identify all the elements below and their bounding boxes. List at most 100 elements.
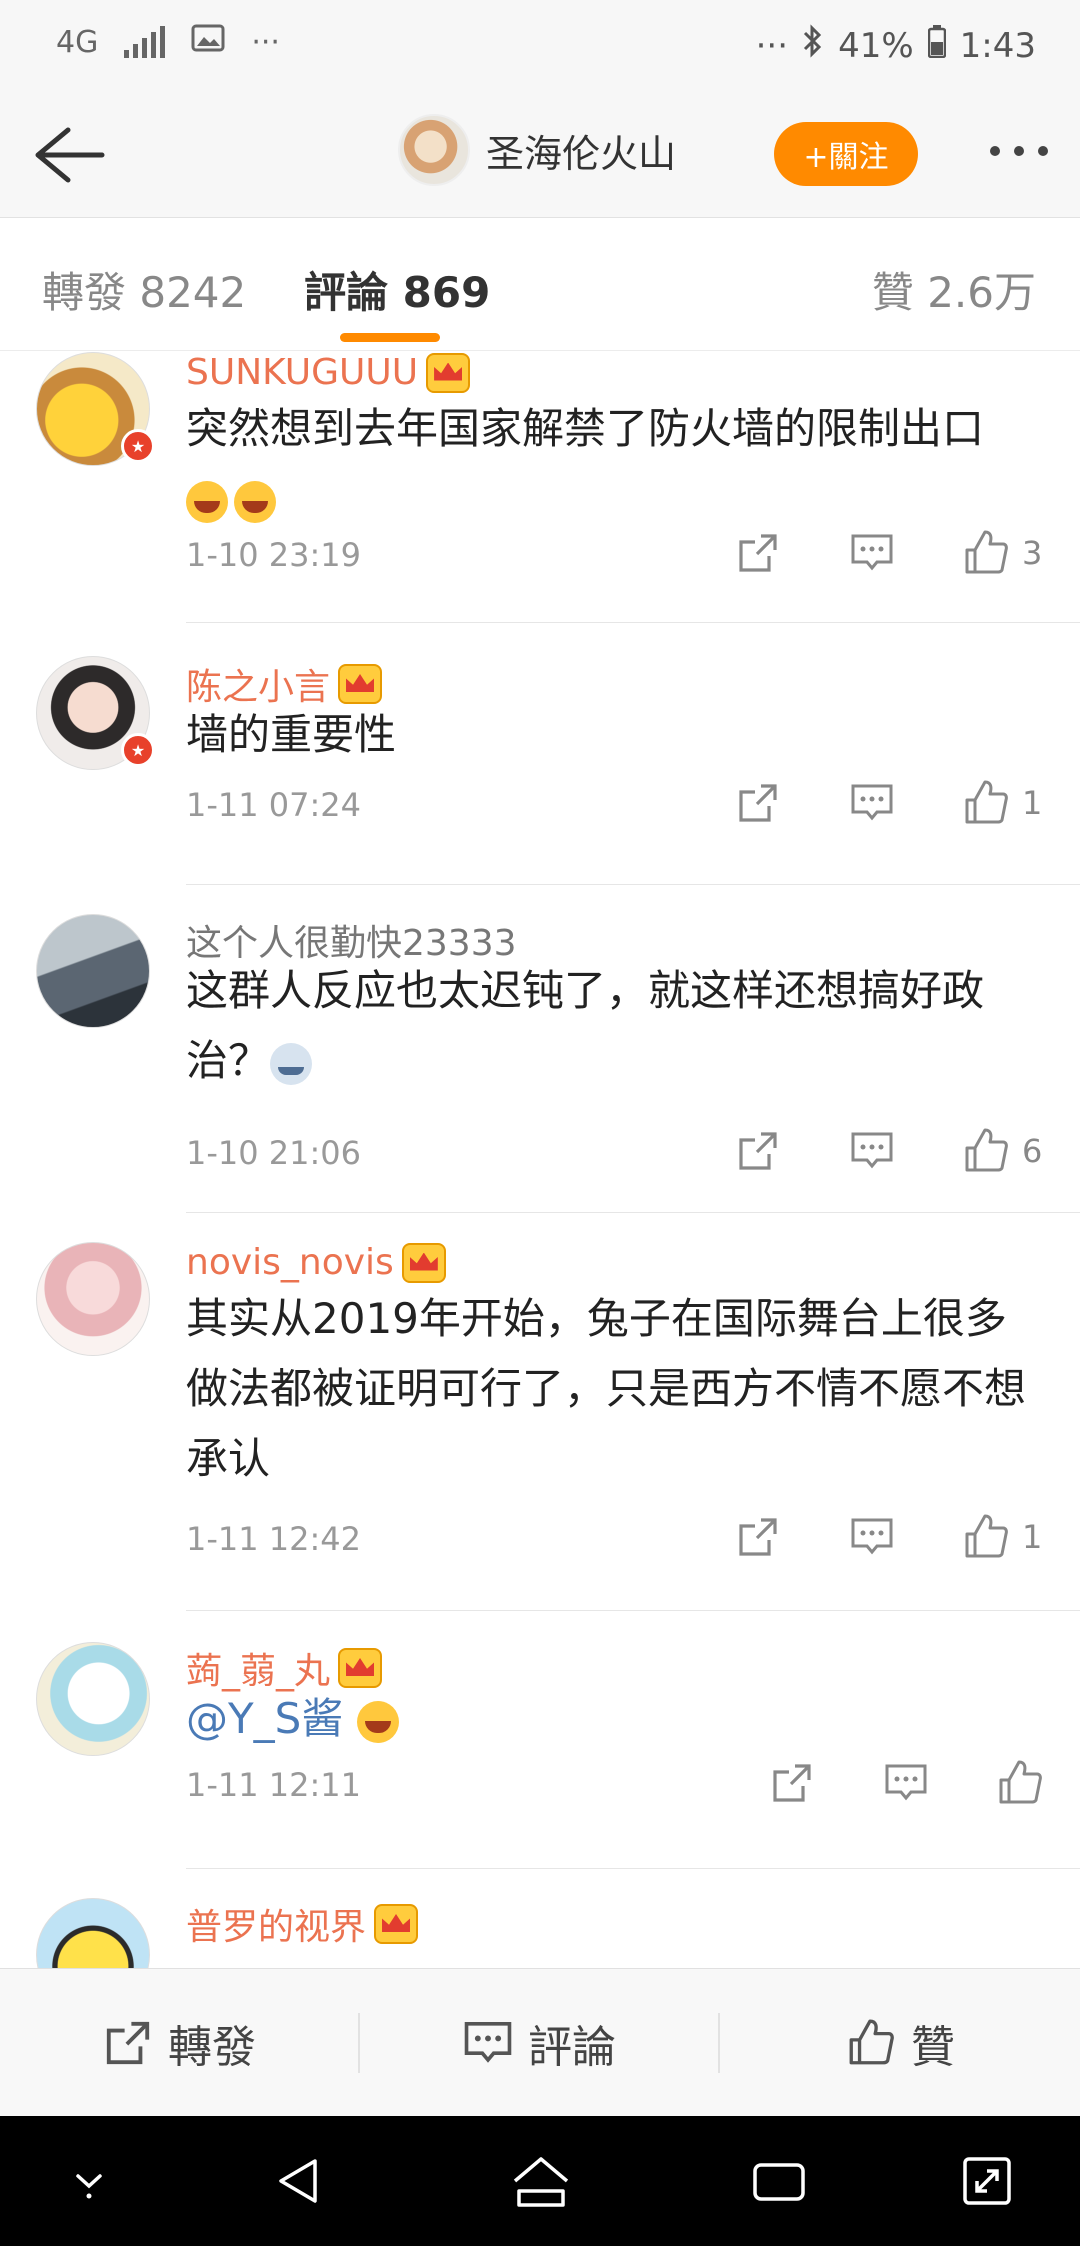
reply-icon[interactable] (842, 1126, 902, 1176)
share-icon[interactable] (728, 1512, 788, 1562)
mention-link[interactable]: @Y_S酱 (186, 1694, 343, 1743)
repost-button[interactable]: 轉發 (0, 1969, 358, 2117)
nav-back-icon[interactable] (264, 2146, 334, 2216)
like-button[interactable]: 贊 (720, 1969, 1080, 2117)
vip-crown-icon (338, 664, 383, 704)
share-icon[interactable] (728, 1126, 788, 1176)
battery-percent: 41% (838, 25, 914, 66)
comment-author[interactable]: SUNKUGUUU (186, 352, 471, 393)
like-count: 3 (1022, 534, 1043, 572)
comment-author[interactable]: 普罗的视界 (186, 1898, 419, 1950)
share-icon[interactable] (728, 528, 788, 578)
nav-recents-icon[interactable] (744, 2146, 814, 2216)
glasses-emoji-icon (356, 1700, 399, 1743)
tab-likes[interactable]: 贊 2.6万 (872, 259, 1036, 320)
hide-keyboard-icon[interactable] (54, 2146, 124, 2216)
reply-icon[interactable] (842, 1512, 902, 1562)
header-user[interactable]: 圣海伦火山 (398, 114, 676, 186)
comment-actions: 6 (728, 1126, 1050, 1176)
tab-comments[interactable]: 評論 869 (304, 259, 490, 320)
active-tab-indicator (340, 333, 440, 342)
comment-author[interactable]: novis_novis (186, 1242, 446, 1283)
comment-author-name[interactable]: novis_novis (186, 1242, 394, 1283)
comment-item: ★ SUNKUGUUU 突然想到去年国家解禁了防火墙的限制出口 1-10 23:… (0, 352, 1080, 624)
vip-crown-icon (338, 1648, 383, 1688)
comment-author-name[interactable]: 普罗的视界 (186, 1898, 366, 1950)
comment-divider (186, 1212, 1080, 1213)
nav-home-icon[interactable] (506, 2146, 576, 2216)
comment-item: 蒟_蒻_丸 @Y_S酱 1-11 12:11 (0, 1642, 1080, 1870)
comment-actions: 1 (728, 1512, 1050, 1562)
nav-rotate-icon[interactable] (952, 2146, 1022, 2216)
comment-actions: 1 (728, 778, 1050, 828)
bottom-action-bar: 轉發 評論 贊 (0, 1968, 1080, 2116)
system-nav-bar (0, 2116, 1080, 2246)
vip-crown-icon (426, 352, 471, 393)
more-status-indicator: ··· (755, 25, 789, 66)
comment-text: @Y_S酱 (186, 1684, 1046, 1754)
header-avatar[interactable] (398, 114, 470, 186)
avatar[interactable] (36, 914, 150, 1028)
dog-emoji-icon (270, 1042, 313, 1085)
comment-time: 1-11 07:24 (186, 786, 362, 824)
comment-divider (186, 1868, 1080, 1869)
comment-time: 1-10 23:19 (186, 536, 362, 574)
like-icon[interactable] (956, 1512, 1016, 1562)
comment-text: 其实从2019年开始，兔子在国际舞台上很多做法都被证明可行了，只是西方不情不愿不… (186, 1284, 1046, 1494)
more-options-icon[interactable] (990, 146, 1048, 156)
comment-item: ★ 陈之小言 墙的重要性 1-11 07:24 1 (0, 656, 1080, 886)
like-icon[interactable] (956, 1126, 1016, 1176)
share-icon[interactable] (762, 1758, 822, 1808)
comment-item: 这个人很勤快23333 这群人反应也太迟钝了，就这样还想搞好政治？ 1-10 2… (0, 914, 1080, 1214)
reply-icon[interactable] (842, 778, 902, 828)
header-username[interactable]: 圣海伦火山 (486, 123, 676, 178)
comment-item: 普罗的视界 (0, 1898, 1080, 1968)
status-bar: 4G ··· ··· 41% 1:43 (0, 0, 1080, 92)
laugh-emoji-icon (186, 480, 228, 523)
share-icon[interactable] (728, 778, 788, 828)
comment-text: 这群人反应也太迟钝了，就这样还想搞好政治？ (186, 956, 1046, 1096)
like-count: 1 (1022, 1518, 1043, 1556)
back-button[interactable] (28, 120, 108, 190)
like-label: 贊 (911, 2022, 955, 2073)
vip-crown-icon (401, 1242, 446, 1283)
comment-actions (762, 1758, 1050, 1808)
avatar[interactable] (36, 1898, 150, 1968)
like-count: 6 (1022, 1132, 1043, 1170)
comment-author-name[interactable]: SUNKUGUUU (186, 352, 418, 393)
comment-list: ★ SUNKUGUUU 突然想到去年国家解禁了防火墙的限制出口 1-10 23:… (0, 352, 1080, 1968)
comment-divider (186, 1610, 1080, 1611)
like-icon[interactable] (990, 1758, 1050, 1808)
clock: 1:43 (959, 25, 1036, 66)
comment-item: novis_novis 其实从2019年开始，兔子在国际舞台上很多做法都被证明可… (0, 1242, 1080, 1611)
avatar[interactable] (36, 1242, 150, 1356)
comment-label: 評論 (528, 2022, 616, 2073)
comment-button[interactable]: 評論 (360, 1969, 718, 2117)
comment-icon (464, 2021, 512, 2063)
comment-divider (186, 622, 1080, 623)
comment-text-content: 墙的重要性 (186, 710, 397, 759)
like-icon (849, 2019, 894, 2065)
reply-icon[interactable] (876, 1758, 936, 1808)
like-icon[interactable] (956, 778, 1016, 828)
signal-icon (124, 26, 166, 58)
avatar[interactable]: ★ (36, 656, 155, 770)
avatar[interactable]: ★ (36, 352, 155, 466)
avatar[interactable] (36, 1642, 150, 1756)
reply-icon[interactable] (842, 528, 902, 578)
like-count: 1 (1022, 784, 1043, 822)
header: 圣海伦火山 +關注 (0, 92, 1080, 218)
comment-divider (186, 884, 1080, 885)
follow-button[interactable]: +關注 (774, 122, 918, 186)
comment-actions: 3 (728, 528, 1050, 578)
comment-text-content: 突然想到去年国家解禁了防火墙的限制出口 (186, 404, 985, 453)
tab-repost[interactable]: 轉發 8242 (42, 259, 246, 320)
comment-text: 墙的重要性 (186, 700, 1046, 770)
verified-badge-icon: ★ (121, 733, 155, 767)
like-icon[interactable] (956, 528, 1016, 578)
comment-time: 1-11 12:11 (186, 1766, 362, 1804)
arrow-left-icon (35, 127, 105, 183)
bluetooth-icon (802, 24, 824, 67)
comment-text: 突然想到去年国家解禁了防火墙的限制出口 (186, 394, 1046, 534)
verified-badge-icon: ★ (121, 429, 155, 463)
